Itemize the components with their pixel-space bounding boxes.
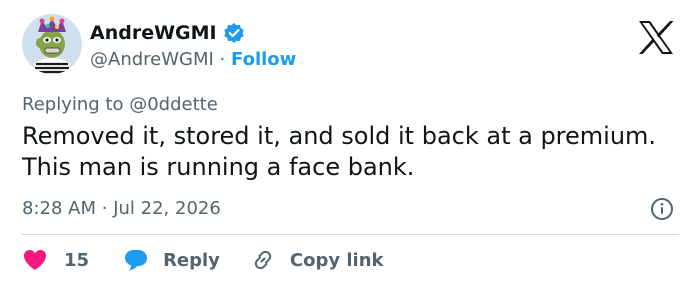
like-button[interactable]: 15 [22, 248, 123, 272]
reply-label: Reply [163, 249, 220, 271]
divider [22, 234, 679, 235]
replying-to: Replying to @0ddette [22, 94, 218, 115]
author-display-name[interactable]: AndreWGMI [90, 21, 217, 45]
timestamp-separator: · [101, 198, 108, 219]
tweet-text: Removed it, stored it, and sold it back … [22, 122, 657, 181]
handle-separator: · [219, 49, 226, 70]
verified-badge-icon [223, 22, 245, 44]
link-icon [250, 247, 276, 273]
copy-link-button[interactable]: Copy link [250, 247, 384, 273]
info-icon[interactable] [650, 197, 674, 221]
author-handle[interactable]: @AndreWGMI [90, 49, 214, 70]
author-name-row: AndreWGMI [90, 21, 245, 45]
action-bar: 15 Reply Copy link [22, 246, 384, 274]
tweet-time: 8:28 AM [22, 198, 96, 219]
handle-row: @AndreWGMI · Follow [90, 48, 296, 72]
tweet-timestamp[interactable]: 8:28 AM · Jul 22, 2026 [22, 197, 221, 221]
reply-bubble-icon [123, 248, 149, 272]
like-count: 15 [64, 249, 90, 271]
follow-button[interactable]: Follow [231, 49, 296, 70]
tweet-date: Jul 22, 2026 [113, 198, 221, 219]
avatar[interactable] [22, 14, 82, 74]
heart-icon [22, 248, 48, 272]
reply-button[interactable]: Reply [123, 248, 250, 272]
copy-link-label: Copy link [289, 249, 384, 271]
x-logo[interactable] [636, 19, 676, 56]
